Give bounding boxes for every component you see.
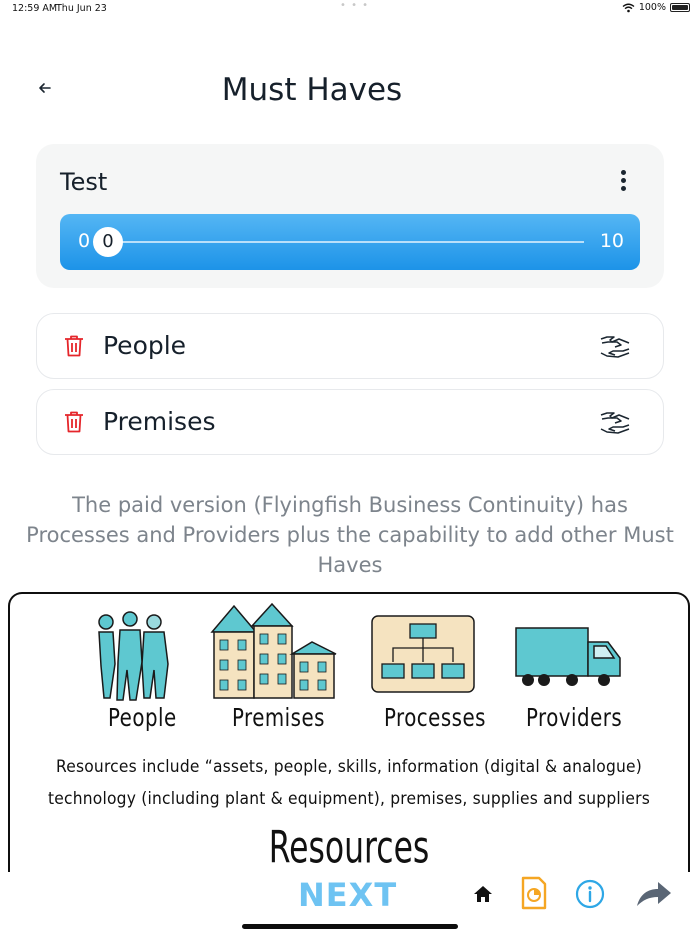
kebab-menu-icon[interactable]	[620, 170, 628, 194]
list-item-label: Premises	[103, 407, 216, 436]
card-title: Test	[60, 168, 108, 196]
slider-max-label: 10	[599, 230, 624, 252]
resources-title: Resources	[268, 821, 430, 874]
page-title: Must Haves	[221, 72, 403, 108]
resource-label-processes: Processes	[384, 704, 486, 733]
handshake-icon[interactable]	[599, 333, 631, 361]
slider-thumb[interactable]: 0	[93, 227, 123, 257]
battery-percent: 100%	[638, 2, 666, 13]
must-have-card: Test 0 0 10	[36, 144, 664, 288]
resource-label-providers: Providers	[526, 704, 623, 733]
battery-icon	[670, 3, 690, 12]
list-item-label: People	[103, 331, 187, 360]
resource-label-premises: Premises	[232, 704, 325, 733]
resource-description-line-1: Resources include “assets, people, skill…	[55, 756, 643, 777]
home-indicator	[242, 924, 458, 929]
paid-version-info: The paid version (Flyingfish Business Co…	[26, 493, 674, 577]
slider-track[interactable]	[108, 241, 584, 243]
share-icon[interactable]	[634, 878, 674, 910]
resource-label-people: People	[108, 704, 177, 733]
rating-slider[interactable]: 0 0 10	[60, 214, 640, 270]
trash-icon[interactable]	[63, 410, 85, 434]
status-right: 100%	[622, 2, 690, 13]
status-time: 12:59 AM	[12, 3, 58, 14]
resource-description: Resources include “assets, people, skill…	[10, 751, 688, 815]
status-date: Thu Jun 23	[56, 3, 107, 14]
multitask-dots-icon: • • •	[340, 0, 370, 11]
resources-illustration: People Premises Processes Providers Reso…	[8, 592, 690, 892]
slider-min-label: 0	[78, 230, 91, 252]
next-button[interactable]: NEXT	[298, 876, 397, 914]
people-illustration	[98, 611, 169, 701]
list-item-people[interactable]: People	[36, 313, 664, 379]
providers-illustration	[515, 627, 621, 686]
resource-description-line-2: technology (including plant & equipment)…	[48, 788, 650, 809]
home-icon[interactable]	[472, 883, 494, 905]
wifi-icon	[622, 3, 635, 12]
handshake-icon[interactable]	[599, 409, 631, 437]
status-bar: 12:59 AM Thu Jun 23 • • • 100%	[0, 0, 700, 18]
trash-icon[interactable]	[63, 334, 85, 358]
processes-illustration	[371, 615, 475, 693]
premises-illustration	[210, 602, 337, 699]
info-icon[interactable]	[574, 878, 606, 910]
list-item-premises[interactable]: Premises	[36, 389, 664, 455]
report-icon[interactable]	[520, 876, 548, 910]
